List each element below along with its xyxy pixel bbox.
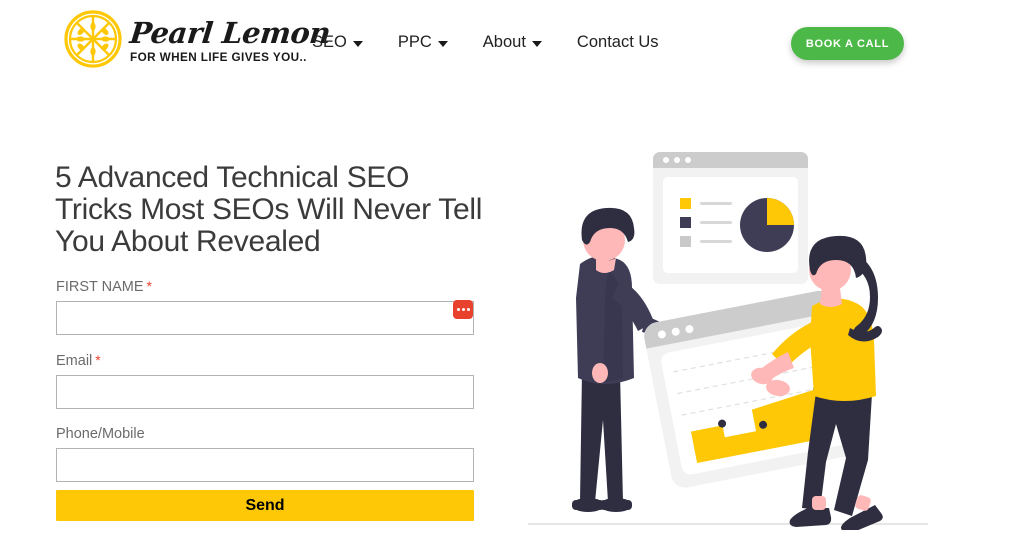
phone-input[interactable] [56, 448, 474, 482]
landing-page: Pearl Lemon FOR WHEN LIFE GIVES YOU.. SE… [0, 0, 1024, 542]
email-label-text: Email [56, 353, 93, 369]
chevron-down-icon [531, 40, 542, 47]
email-label: Email * [56, 351, 474, 370]
autofill-badge-icon[interactable] [453, 300, 473, 319]
first-name-label: FIRST NAME * [56, 277, 474, 296]
seo-analytics-illustration [520, 130, 950, 530]
required-marker: * [146, 278, 152, 294]
nav-item-label: PPC [397, 33, 432, 51]
site-header: Pearl Lemon FOR WHEN LIFE GIVES YOU.. SE… [0, 0, 1024, 92]
logo-tagline: FOR WHEN LIFE GIVES YOU.. [130, 51, 307, 64]
pie-chart-browser-window [653, 152, 808, 284]
phone-field-group: Phone/Mobile [56, 425, 474, 482]
logo-wordmark: Pearl Lemon [128, 15, 333, 50]
email-field-group: Email * [56, 351, 474, 409]
nav-item-contact-us[interactable]: Contact Us [577, 33, 659, 52]
page-title: 5 Advanced Technical SEO Tricks Most SEO… [55, 161, 483, 258]
chevron-down-icon [437, 40, 448, 47]
site-logo[interactable]: Pearl Lemon FOR WHEN LIFE GIVES YOU.. [62, 8, 333, 70]
nav-item-label: Contact Us [576, 33, 659, 51]
book-a-call-button[interactable]: BOOK A CALL [791, 27, 904, 60]
email-input[interactable] [56, 375, 474, 409]
chevron-down-icon [352, 40, 363, 47]
lead-capture-form: FIRST NAME * Email * Phone/Mobile Send [56, 277, 474, 521]
nav-item-label: About [482, 33, 526, 51]
phone-label: Phone/Mobile [56, 426, 145, 442]
lemon-slice-icon [62, 8, 124, 70]
nav-item-ppc[interactable]: PPC [398, 33, 448, 52]
first-name-input[interactable] [56, 301, 474, 335]
nav-item-about[interactable]: About [483, 33, 542, 52]
required-marker: * [95, 352, 101, 368]
first-name-label-text: FIRST NAME [56, 279, 144, 295]
main-navigation: SEO PPC About Contact Us [312, 33, 659, 52]
first-name-field-group: FIRST NAME * [56, 277, 474, 335]
nav-item-seo[interactable]: SEO [312, 33, 363, 52]
send-button[interactable]: Send [56, 490, 474, 521]
nav-item-label: SEO [312, 33, 347, 51]
